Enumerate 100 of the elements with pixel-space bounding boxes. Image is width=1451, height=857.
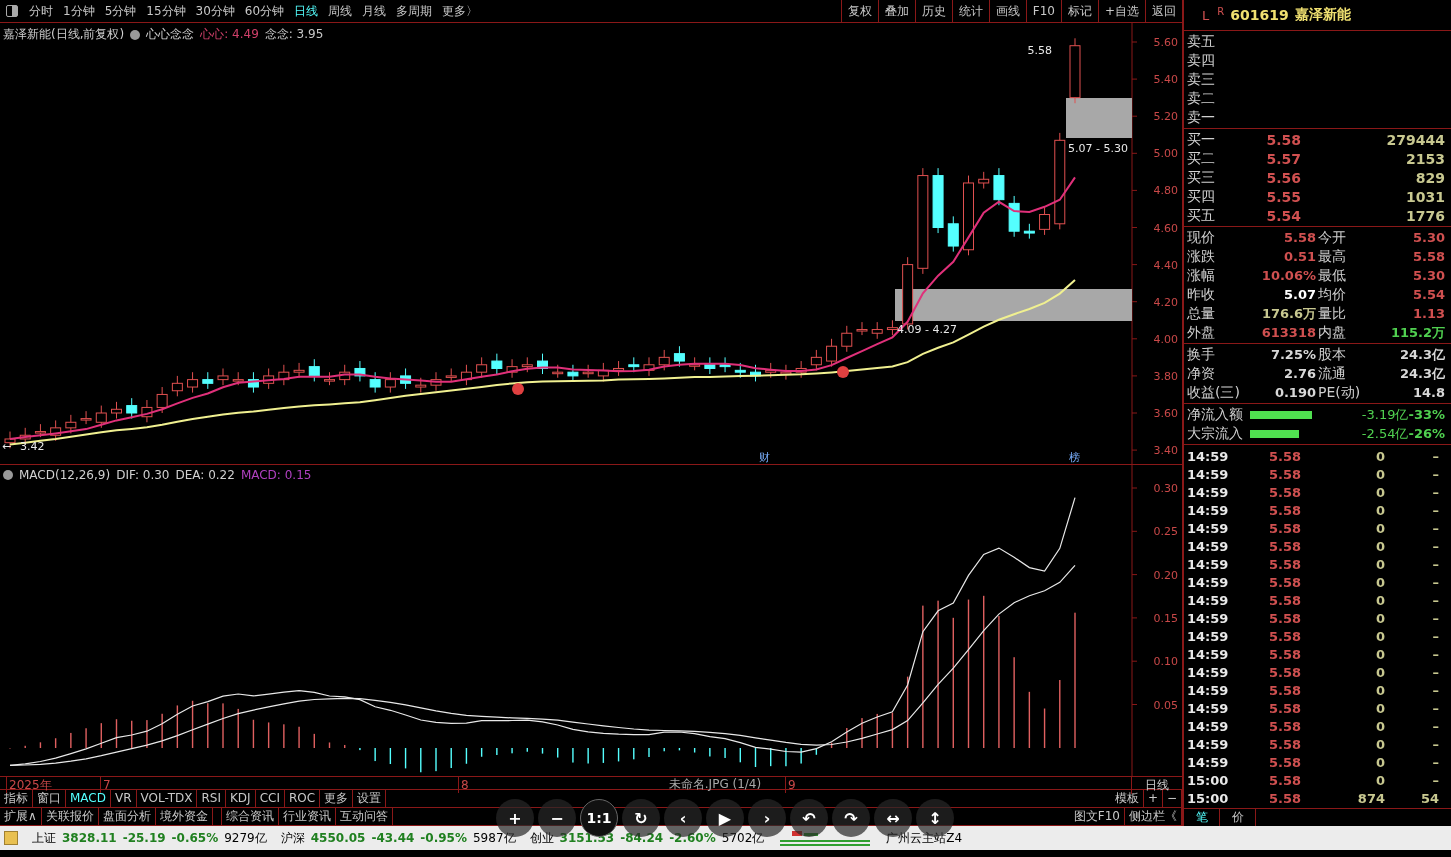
tick-volume: 0 [1374,664,1385,680]
stat-value: 5.58 [1411,249,1446,264]
tick-volume: 0 [1374,646,1385,662]
period-tab[interactable]: 15分钟 [141,0,191,22]
period-tab[interactable]: 周线 [323,0,358,22]
indicator-tab[interactable]: CCI [255,790,285,807]
indicator-tab[interactable]: KDJ [225,790,256,807]
indicator-tab[interactable]: MACD [66,790,111,807]
toolbar-button[interactable]: +自选 [1097,0,1145,22]
viewer-button[interactable]: ↶ [790,799,828,837]
extension-tab[interactable]: 互动问答 [335,808,393,825]
candle [704,356,716,375]
panel-toggle-icon[interactable] [6,5,18,17]
candle [339,364,351,386]
toolbar-button[interactable]: 叠加 [877,0,915,22]
stat-label: 涨跌 [1186,247,1216,266]
event-marker[interactable]: 榜 [1069,451,1080,464]
template-button[interactable]: − [1162,790,1182,807]
period-tab[interactable]: 5分钟 [99,0,142,22]
tick-price: 5.58 [1267,646,1301,662]
template-button[interactable]: 模板 [1110,790,1144,807]
flow-percent: -26% [1408,426,1446,441]
period-tab[interactable]: 分时 [24,0,58,22]
candle [80,410,92,425]
macd-axis-label: 0.25 [1153,525,1178,539]
candle [643,356,655,377]
toolbar-button[interactable]: 历史 [914,0,952,22]
indicator-tab[interactable]: 窗口 [33,790,66,807]
indicator-tab[interactable]: 指标 [0,790,33,807]
tick-time: 14:59 [1186,574,1230,590]
tick-time: 14:59 [1186,646,1230,662]
extension-tab[interactable]: 关联报价 [41,808,99,825]
extension-tab[interactable]: 综合资讯 [220,808,279,825]
extension-tab[interactable]: 盘面分析 [98,808,156,825]
indicator-tab[interactable]: VOL-TDX [136,790,198,807]
toolbar-button[interactable]: 返回 [1145,0,1182,22]
macd-bar [404,748,407,769]
indicator-readout: DEA: 0.22 [175,468,235,482]
tick-count: – [1431,736,1440,752]
period-tab[interactable]: 1分钟 [58,0,100,22]
price-axis-label: 5.60 [1153,36,1178,49]
stat-value: 10.06% [1260,268,1316,283]
toolbar-button[interactable]: F10 [1025,0,1061,22]
dropdown-icon[interactable] [130,29,141,40]
tick-price: 5.58 [1267,682,1301,698]
macd-bar [617,748,620,762]
tick-count: – [1431,574,1440,590]
macd-axis-label: 0.05 [1153,698,1178,712]
dropdown-icon[interactable] [3,470,13,480]
price-axis-label: 4.80 [1153,184,1178,198]
candle [324,371,335,386]
stock-code: 601619 [1230,7,1289,23]
index-change: -43.44 [371,831,415,845]
side-button[interactable]: 侧边栏《 [1125,808,1182,825]
indicator-tab[interactable]: RSI [197,790,226,807]
bid-price: 5.56 [1265,169,1301,186]
macd-bar [267,722,270,748]
template-button[interactable]: + [1143,790,1163,807]
period-tab[interactable]: 更多〉 [437,0,484,22]
tick-volume: 0 [1374,736,1385,752]
macd-bar [693,748,696,753]
tick-count: – [1431,700,1440,716]
period-tab[interactable]: 60分钟 [239,0,290,22]
viewer-button[interactable]: ↷ [832,799,870,837]
period-tab[interactable]: 多周期 [391,0,438,22]
indicator-tab[interactable]: 设置 [353,790,387,807]
candle [750,364,761,382]
ask-label: 卖一 [1186,108,1216,127]
period-tab[interactable]: 日线 [289,0,324,22]
indicator-tab[interactable]: 更多 [320,790,354,807]
tick-count: – [1431,538,1440,554]
toolbar-button[interactable]: 标记 [1060,0,1098,22]
stat-label: 最高 [1317,247,1347,266]
date-label: 9 [785,777,796,793]
bid-label: 买一 [1186,130,1216,149]
stat-label: 涨幅 [1186,266,1216,285]
toolbar-button[interactable]: 复权 [840,0,878,22]
candle [567,364,579,382]
extension-tab[interactable]: 境外资金 [155,808,213,825]
macd-bar [191,700,194,748]
extension-tab[interactable]: 扩展∧ [0,808,42,825]
period-tab[interactable]: 月线 [357,0,392,22]
indicator-tab[interactable]: ROC [284,790,321,807]
tick-count: – [1431,592,1440,608]
indicator-tab[interactable]: VR [111,790,137,807]
macd-bar [465,748,468,764]
macd-bar [115,719,118,748]
period-tab[interactable]: 30分钟 [190,0,240,22]
flow-amount: -2.54亿 [1360,424,1409,443]
signal-dot [512,383,524,395]
event-marker[interactable]: 财 [759,451,770,464]
price-axis-label: 5.20 [1153,110,1178,124]
extension-tab[interactable]: 行业资讯 [278,808,336,825]
toolbar-button[interactable]: 统计 [951,0,989,22]
toolbar-button[interactable]: 画线 [988,0,1026,22]
tick-time: 14:59 [1186,592,1230,608]
side-button[interactable]: 图文F10 [1069,808,1125,825]
candle [278,364,290,386]
tick-price: 5.58 [1267,754,1301,770]
stat-label: 均价 [1317,285,1347,304]
